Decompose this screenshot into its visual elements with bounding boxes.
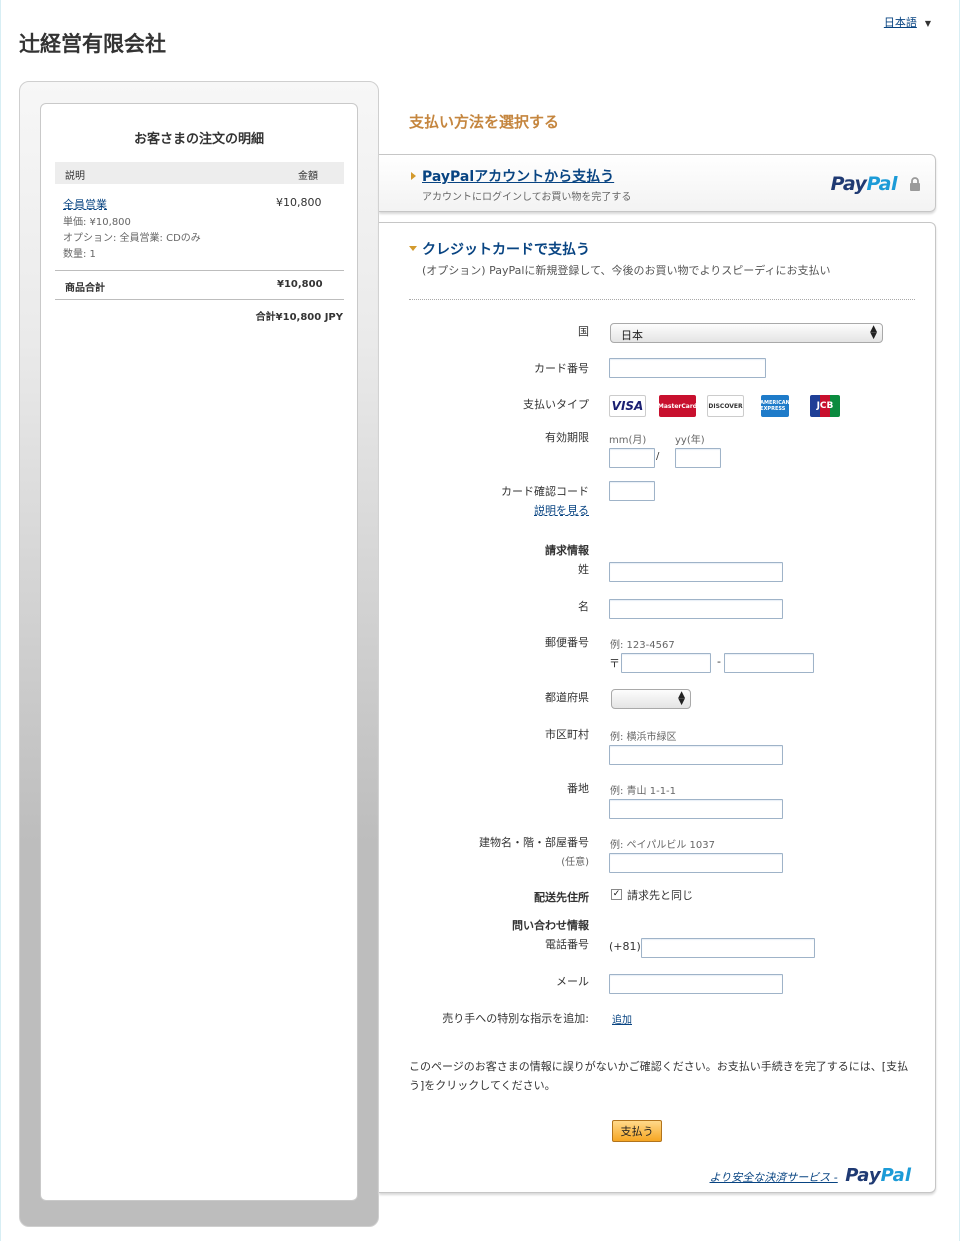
credit-card-subtitle: (オプション) PayPalに新規登録して、今後のお買い物でよりスピーディにお支… [422,264,831,277]
chevron-down-icon: ▼ [924,19,931,28]
paypal-login-subtitle: アカウントにログインしてお買い物を完了する [422,192,632,203]
postal-code-first-input[interactable] [621,653,711,673]
amex-logo-icon: AMERICAN EXPRESS [760,395,790,417]
phone-prefix: (+81) [609,940,641,953]
paypal-login-link[interactable]: PayPalアカウントから支払う [422,166,614,186]
building-hint: 例: ペイパルビル 1037 [610,840,715,851]
first-name-label: 名 [578,600,589,613]
cvv-help-link[interactable]: 説明を見る [534,502,589,518]
first-name-input[interactable] [609,599,783,619]
building-optional: (任意) [561,857,589,868]
order-table-header: 説明 金額 [55,162,344,184]
language-label[interactable]: 日本語 [884,16,917,29]
visa-logo-icon: VISA [609,395,646,417]
order-summary-panel: お客さまの注文の明細 説明 金額 全員営業 ¥10,800 単価: ¥10,80… [19,81,379,1227]
lock-icon [910,177,920,191]
cvv-label: カード確認コード [501,485,589,498]
last-name-label: 姓 [578,563,589,576]
order-total: 合計¥10,800 JPY [255,312,343,323]
expiry-label: 有効期限 [545,431,589,444]
street-input[interactable] [609,799,783,819]
order-summary-title: お客さまの注文の明細 [133,132,264,147]
credit-card-title[interactable]: クレジットカードで支払う [422,239,590,259]
divider [55,299,344,300]
postal-separator: - [717,655,721,668]
street-hint: 例: 青山 1-1-1 [610,786,677,797]
card-number-input[interactable] [609,358,766,378]
item-unit-price: 単価: ¥10,800 [63,217,131,228]
divider [409,299,915,300]
divider [55,270,344,271]
building-input[interactable] [609,853,783,873]
prefecture-select[interactable]: ▲ ▼ [611,689,691,709]
collapse-arrow-icon [409,246,417,251]
city-input[interactable] [609,745,783,765]
street-label: 番地 [567,782,589,795]
building-label: 建物名・階・部屋番号 [479,836,589,849]
select-arrows-icon: ▲ ▼ [870,324,877,341]
same-as-billing-label: 請求先と同じ [627,889,693,902]
add-instructions-link[interactable]: 追加 [612,1011,632,1026]
email-input[interactable] [609,974,783,994]
expiry-separator: / [656,451,660,462]
country-label: 国 [578,325,589,338]
merchant-name: 辻経営有限会社 [19,32,166,56]
payment-method-title: 支払い方法を選択する [409,113,560,131]
phone-label: 電話番号 [545,938,589,951]
item-option: オプション: 全員営業: CDのみ [63,233,201,244]
contact-heading: 問い合わせ情報 [512,919,589,932]
item-amount: ¥10,800 [276,196,322,209]
subtotal-value: ¥10,800 [277,279,323,290]
secure-payment-link[interactable]: より安全な決済サービス - [710,1171,838,1184]
billing-heading: 請求情報 [545,544,589,557]
expand-arrow-icon [411,172,416,180]
select-arrows-icon: ▲ ▼ [678,690,685,707]
postal-mark: 〒 [609,657,620,670]
city-hint: 例: 横浜市緑区 [610,732,677,743]
card-number-label: カード番号 [534,362,589,375]
city-label: 市区町村 [545,728,589,741]
postal-code-hint: 例: 123-4567 [610,640,675,651]
same-as-billing-checkbox[interactable]: ✓ [611,889,622,900]
language-selector[interactable]: 日本語 ▼ [884,14,931,30]
paypal-logo: PayPal [830,173,898,195]
email-label: メール [556,975,589,988]
paypal-login-option[interactable]: PayPalアカウントから支払う アカウントにログインしてお買い物を完了する P… [379,154,936,212]
secure-payment-footer: より安全な決済サービス - PayPal [710,1165,911,1186]
expiry-year-input[interactable] [675,448,721,468]
card-type-label: 支払いタイプ [523,398,589,411]
order-summary-card: お客さまの注文の明細 説明 金額 全員営業 ¥10,800 単価: ¥10,80… [40,103,358,1201]
paypal-logo: PayPal [845,1165,911,1186]
credit-card-option: クレジットカードで支払う (オプション) PayPalに新規登録して、今後のお買… [379,222,936,1193]
subtotal-label: 商品合計 [65,283,105,294]
pay-button[interactable]: 支払う [612,1120,662,1142]
confirmation-message: このページのお客さまの情報に誤りがないかご確認ください。お支払い手続きを完了する… [409,1060,909,1092]
country-select[interactable]: 日本 ▲ ▼ [610,323,883,343]
prefecture-label: 都道府県 [545,691,589,704]
cvv-input[interactable] [609,481,655,501]
shipping-label: 配送先住所 [534,891,589,904]
description-column-header: 説明 [65,171,85,182]
mastercard-logo-icon: MasterCard [658,395,697,417]
jcb-logo-icon: JCB [810,395,840,417]
postal-code-label: 郵便番号 [545,636,589,649]
item-name-link[interactable]: 全員営業 [63,196,107,212]
last-name-input[interactable] [609,562,783,582]
amount-column-header: 金額 [298,171,318,182]
country-value: 日本 [621,329,643,342]
postal-code-second-input[interactable] [724,653,814,673]
expiry-month-hint: mm(月) [609,435,647,446]
item-quantity: 数量: 1 [63,249,96,260]
phone-input[interactable] [641,938,815,958]
expiry-month-input[interactable] [609,448,655,468]
expiry-year-hint: yy(年) [675,435,705,446]
discover-logo-icon: DISCOVER [707,395,744,417]
instructions-label: 売り手への特別な指示を追加: [442,1012,589,1025]
